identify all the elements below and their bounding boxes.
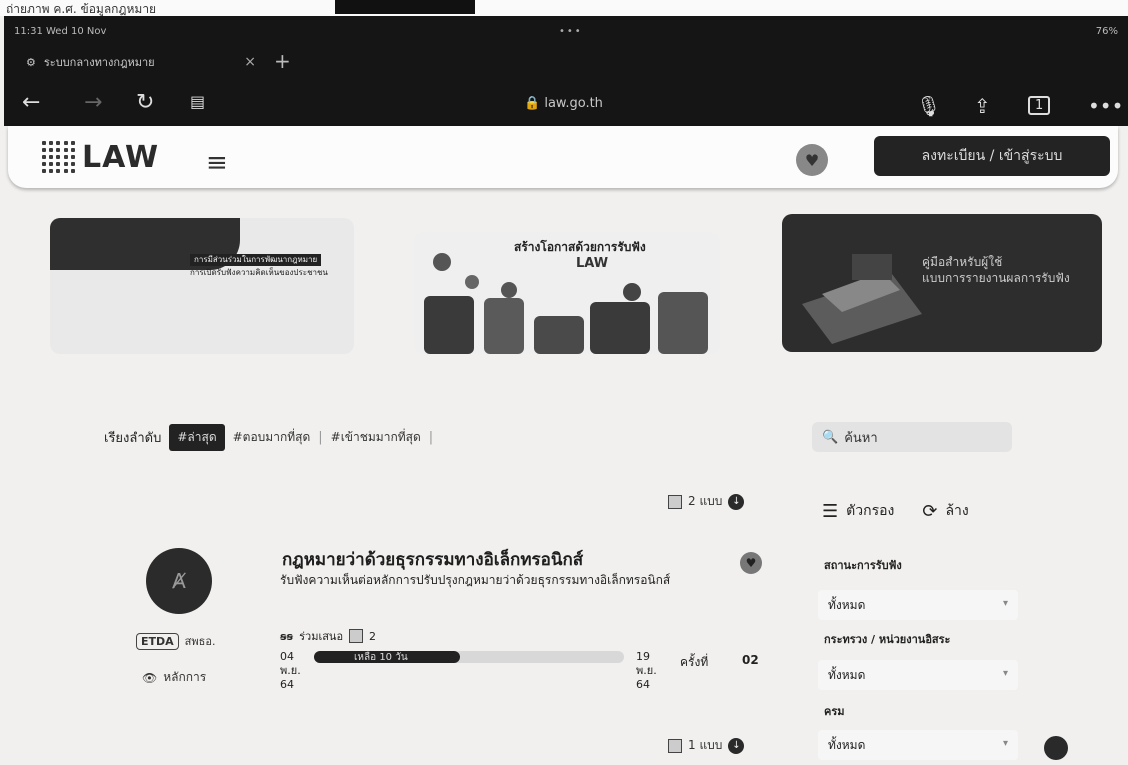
- remaining-label: เหลือ 10 วัน: [354, 652, 408, 663]
- sort-option-most-viewed[interactable]: #เข้าชมมากที่สุด: [331, 428, 421, 447]
- comment-count: 2: [369, 629, 377, 643]
- banner-participation[interactable]: การมีส่วนร่วมในการพัฒนากฎหมาย การเปิดรับ…: [50, 218, 354, 354]
- card-meta: ꞩꞩ ร่วมเสนอ 2: [280, 627, 376, 645]
- comment-icon: [349, 629, 364, 643]
- tab-close-icon[interactable]: ×: [244, 54, 256, 70]
- forward-icon[interactable]: →: [84, 90, 102, 115]
- agency-filter-value: ทั้งหมด: [828, 667, 866, 682]
- logo-text: LAW: [82, 140, 160, 175]
- org-badge: ETDA สพธอ.: [136, 632, 215, 650]
- reader-icon[interactable]: ▤: [190, 92, 205, 111]
- filter-header: ☰ ตัวกรอง ⟳ ล้าง: [822, 500, 969, 522]
- refresh-icon: ⟳: [922, 500, 938, 522]
- clear-label: ล้าง: [945, 503, 969, 519]
- org-avatar[interactable]: Ⱥ: [146, 548, 212, 614]
- filter-title: ตัวกรอง: [846, 503, 895, 519]
- more-icon[interactable]: •••: [1088, 94, 1123, 118]
- status-filter-label: สถานะการรับฟัง: [824, 559, 902, 572]
- chevron-down-icon: ▾: [1002, 738, 1008, 749]
- document-icon: [668, 494, 682, 509]
- org-name: สพธอ.: [184, 635, 216, 648]
- start-date: 04 พ.ย. 64: [280, 650, 301, 691]
- login-button[interactable]: ลงทะเบียน / เข้าสู่ระบบ: [874, 136, 1110, 176]
- menu-icon[interactable]: ≡: [206, 148, 228, 178]
- logo-dots-icon: [42, 140, 76, 175]
- end-date: 19 พ.ย. 64: [636, 650, 657, 691]
- chevron-down-icon: ▾: [1002, 598, 1008, 609]
- card-description: รับฟังความเห็นต่อหลักการปรับปรุงกฎหมายว่…: [280, 573, 671, 587]
- floating-action-button[interactable]: [1044, 736, 1068, 760]
- principle-label: หลักการ: [163, 670, 207, 684]
- site-logo[interactable]: LAW: [42, 140, 159, 175]
- reload-icon[interactable]: ↻: [136, 90, 154, 115]
- participants-label: ร่วมเสนอ: [299, 630, 344, 643]
- search-placeholder: ค้นหา: [844, 430, 878, 446]
- agency-filter-label: กระทรวง / หน่วยงานอิสระ: [824, 633, 951, 646]
- org-tag: ETDA: [136, 632, 179, 650]
- sort-bar: เรียงลำดับ #ล่าสุด #ตอบมากที่สุด | #เข้า…: [104, 424, 433, 451]
- tab-title: ระบบกลางทางกฎหมาย: [43, 56, 155, 69]
- principle-link[interactable]: 👁 หลักการ: [142, 668, 206, 687]
- download-icon[interactable]: ↓: [728, 493, 745, 510]
- participants-icon: ꞩꞩ: [280, 629, 294, 643]
- tower-icon: Ⱥ: [172, 569, 186, 593]
- status-dots: •••: [559, 26, 583, 37]
- download-icon[interactable]: ↓: [728, 737, 745, 754]
- search-icon: 🔍: [822, 429, 839, 445]
- divider: |: [318, 430, 323, 445]
- status-filter-select[interactable]: ทั้งหมด ▾: [818, 590, 1018, 620]
- tabs-count-button[interactable]: 1: [1028, 96, 1051, 115]
- sort-option-latest[interactable]: #ล่าสุด: [169, 424, 225, 451]
- new-tab-icon[interactable]: +: [274, 49, 291, 73]
- agency-filter-select[interactable]: ทั้งหมด ▾: [818, 660, 1018, 690]
- banner-listen[interactable]: สร้างโอกาสด้วยการรับฟัง LAW: [414, 232, 720, 354]
- list-count-label: 1 แบบ: [688, 738, 723, 752]
- banner1-text: การมีส่วนร่วมในการพัฒนากฎหมาย การเปิดรับ…: [190, 254, 328, 277]
- card-title[interactable]: กฎหมายว่าด้วยธุรกรรมทางอิเล็กทรอนิกส์: [282, 546, 583, 573]
- tab-favicon-icon: ⚙: [26, 55, 36, 69]
- redaction-block: [335, 0, 475, 14]
- list-count-bottom: 1 แบบ ↓: [668, 736, 745, 755]
- sort-option-most-answered[interactable]: #ตอบมากที่สุด: [233, 428, 311, 447]
- type-filter-value: ทั้งหมด: [828, 737, 866, 752]
- address-bar[interactable]: 🔒 law.go.th: [524, 96, 603, 111]
- filter-icon: ☰: [822, 500, 839, 522]
- browser-chrome: 11:31 Wed 10 Nov ••• 76% ⚙ ระบบกลางทางกฎ…: [4, 16, 1128, 126]
- banner3-text: คู่มือสำหรับผู้ใช้ แบบการรายงานผลการรับฟ…: [922, 255, 1070, 285]
- filter-toggle[interactable]: ☰ ตัวกรอง: [822, 500, 894, 522]
- eye-icon: 👁: [142, 670, 158, 685]
- heart-icon[interactable]: ♥: [796, 144, 828, 176]
- banner2-illustration: [424, 253, 708, 354]
- scan-strip: ถ่ายภาพ ค.ศ. ข้อมูลกฎหมาย: [0, 0, 1128, 16]
- type-filter-select[interactable]: ทั้งหมด ▾: [818, 730, 1018, 760]
- type-filter-label: ครม: [824, 705, 845, 718]
- progress-bar: เหลือ 10 วัน: [314, 651, 624, 663]
- lock-icon: 🔒: [524, 96, 541, 111]
- search-input[interactable]: 🔍 ค้นหา: [812, 422, 1012, 452]
- banner-manual[interactable]: คู่มือสำหรับผู้ใช้ แบบการรายงานผลการรับฟ…: [782, 214, 1102, 352]
- back-icon[interactable]: ←: [22, 90, 40, 115]
- sort-label: เรียงลำดับ: [104, 431, 162, 446]
- site-header: LAW ≡ ♥ ลงทะเบียน / เข้าสู่ระบบ: [8, 126, 1118, 188]
- status-filter-value: ทั้งหมด: [828, 597, 866, 612]
- round-number: 02: [742, 653, 759, 667]
- clear-filters-button[interactable]: ⟳ ล้าง: [922, 500, 968, 522]
- divider: |: [428, 430, 434, 445]
- mic-icon[interactable]: 🎙: [916, 94, 941, 118]
- chevron-down-icon: ▾: [1002, 668, 1008, 679]
- share-icon[interactable]: ⇪: [974, 94, 991, 118]
- list-count-top: 2 แบบ ↓: [668, 492, 745, 511]
- list-count-label: 2 แบบ: [688, 494, 723, 508]
- favorite-icon[interactable]: ♥: [740, 552, 762, 574]
- document-icon: [668, 738, 682, 753]
- status-battery: 76%: [1095, 26, 1118, 37]
- url-text: law.go.th: [544, 96, 603, 111]
- browser-tab[interactable]: ⚙ ระบบกลางทางกฎหมาย ×: [26, 46, 256, 78]
- round-label: ครั้งที่: [680, 655, 709, 669]
- status-time: 11:31 Wed 10 Nov: [14, 26, 107, 37]
